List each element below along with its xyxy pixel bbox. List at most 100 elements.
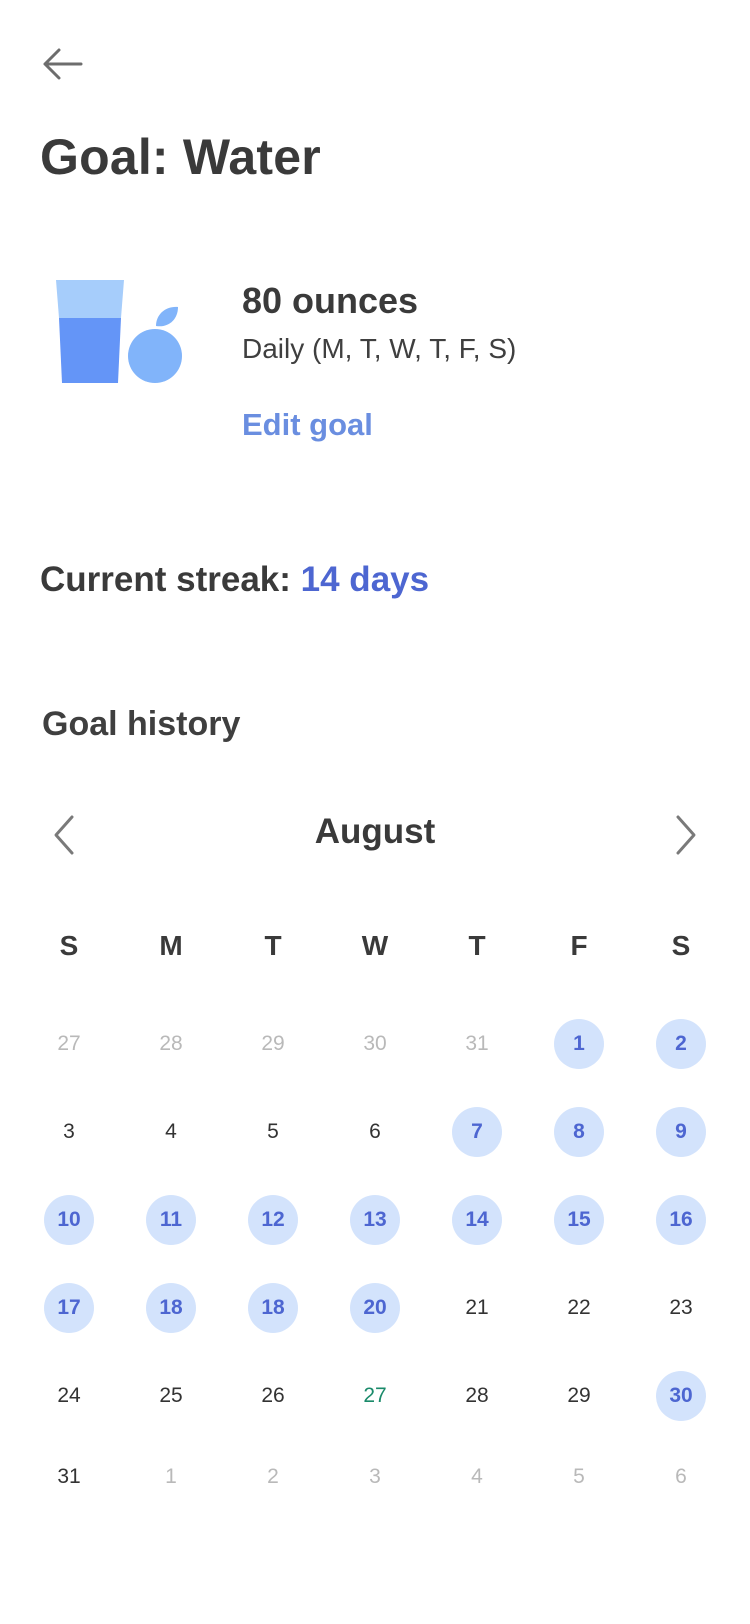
calendar-day-normal[interactable]: 21 [426, 1264, 528, 1352]
calendar-day-done[interactable]: 20 [324, 1264, 426, 1352]
calendar-weeks: 27 28 29 30 31 1 2 3 4 5 6 7 8 9 10 11 12 13 14 15 16 17 18 18 2… [18, 1000, 732, 1514]
calendar-week-row: 17 18 18 20 21 22 23 [18, 1264, 732, 1352]
calendar-day-done[interactable]: 16 [630, 1176, 732, 1264]
calendar-day-number: 4 [471, 1465, 483, 1488]
calendar-day-number: 6 [675, 1465, 687, 1488]
weekday-label: T [468, 930, 486, 961]
calendar-day-normal[interactable]: 6 [324, 1088, 426, 1176]
current-streak: Current streak: 14 days [40, 560, 429, 600]
calendar-day-done[interactable]: 8 [528, 1088, 630, 1176]
calendar-day-number: 28 [465, 1384, 489, 1407]
calendar-day-number: 12 [248, 1195, 298, 1245]
calendar-day-number: 30 [656, 1371, 706, 1421]
chevron-right-icon [676, 815, 696, 855]
weekday-label: T [264, 930, 282, 961]
calendar-day-done[interactable]: 10 [18, 1176, 120, 1264]
calendar-day-other[interactable]: 5 [528, 1440, 630, 1514]
calendar-day-normal[interactable]: 31 [18, 1440, 120, 1514]
calendar-day-done[interactable]: 30 [630, 1352, 732, 1440]
edit-goal-link[interactable]: Edit goal [242, 407, 373, 443]
calendar-day-done[interactable]: 18 [120, 1264, 222, 1352]
calendar-day-number: 5 [267, 1120, 279, 1143]
calendar-day-number: 8 [554, 1107, 604, 1157]
calendar-day-normal[interactable]: 29 [528, 1352, 630, 1440]
calendar-day-number: 4 [165, 1120, 177, 1143]
goal-history-title: Goal history [42, 705, 241, 743]
calendar-day-other[interactable]: 2 [222, 1440, 324, 1514]
calendar-day-done[interactable]: 13 [324, 1176, 426, 1264]
calendar-day-number: 1 [554, 1019, 604, 1069]
calendar-day-normal[interactable]: 22 [528, 1264, 630, 1352]
calendar-day-today[interactable]: 27 [324, 1352, 426, 1440]
calendar-day-done[interactable]: 15 [528, 1176, 630, 1264]
calendar-day-normal[interactable]: 28 [426, 1352, 528, 1440]
calendar-day-number: 20 [350, 1283, 400, 1333]
goal-amount: 80 ounces [242, 280, 419, 321]
calendar-day-number: 13 [350, 1195, 400, 1245]
calendar-day-other[interactable]: 30 [324, 1000, 426, 1088]
calendar-day-done[interactable]: 11 [120, 1176, 222, 1264]
calendar-day-number: 3 [63, 1120, 75, 1143]
arrow-left-icon [43, 48, 83, 80]
calendar-day-other[interactable]: 27 [18, 1000, 120, 1088]
calendar-day-number: 11 [146, 1195, 196, 1245]
calendar-day-number: 7 [452, 1107, 502, 1157]
calendar-day-number: 21 [465, 1296, 489, 1319]
calendar-day-number: 23 [669, 1296, 693, 1319]
calendar-day-number: 1 [165, 1465, 177, 1488]
streak-label: Current streak: [40, 560, 291, 599]
calendar-day-number: 30 [363, 1032, 387, 1055]
calendar-day-number: 15 [554, 1195, 604, 1245]
calendar-day-done[interactable]: 18 [222, 1264, 324, 1352]
calendar-day-number: 9 [656, 1107, 706, 1157]
calendar-day-other[interactable]: 29 [222, 1000, 324, 1088]
calendar-day-done[interactable]: 7 [426, 1088, 528, 1176]
calendar-day-done[interactable]: 14 [426, 1176, 528, 1264]
calendar-day-other[interactable]: 4 [426, 1440, 528, 1514]
calendar-week-row: 24 25 26 27 28 29 30 [18, 1352, 732, 1440]
water-glass-and-apple-icon [56, 280, 191, 390]
weekday-header: S M T W T F S [18, 918, 732, 974]
month-navigation: August [0, 800, 750, 870]
calendar-week-row: 10 11 12 13 14 15 16 [18, 1176, 732, 1264]
calendar-day-number: 6 [369, 1120, 381, 1143]
calendar-day-number: 25 [159, 1384, 183, 1407]
weekday-label: M [159, 930, 183, 961]
calendar-day-other[interactable]: 28 [120, 1000, 222, 1088]
calendar-week-row: 31 1 2 3 4 5 6 [18, 1440, 732, 1514]
next-month-button[interactable] [658, 800, 714, 870]
calendar-day-done[interactable]: 17 [18, 1264, 120, 1352]
calendar-week-row: 27 28 29 30 31 1 2 [18, 1000, 732, 1088]
calendar-day-other[interactable]: 31 [426, 1000, 528, 1088]
calendar-day-other[interactable]: 6 [630, 1440, 732, 1514]
weekday-label: F [570, 930, 588, 961]
calendar-day-other[interactable]: 1 [120, 1440, 222, 1514]
calendar-day-number: 18 [248, 1283, 298, 1333]
calendar-day-normal[interactable]: 3 [18, 1088, 120, 1176]
calendar-day-number: 2 [267, 1465, 279, 1488]
goal-schedule: Daily (M, T, W, T, F, S) [242, 333, 517, 364]
calendar-day-number: 27 [363, 1384, 387, 1407]
calendar-day-number: 14 [452, 1195, 502, 1245]
calendar-day-done[interactable]: 12 [222, 1176, 324, 1264]
calendar-day-number: 24 [57, 1384, 81, 1407]
calendar-day-normal[interactable]: 23 [630, 1264, 732, 1352]
calendar-day-normal[interactable]: 26 [222, 1352, 324, 1440]
calendar-day-number: 5 [573, 1465, 585, 1488]
calendar-day-normal[interactable]: 4 [120, 1088, 222, 1176]
calendar-day-number: 31 [57, 1465, 81, 1488]
calendar-day-other[interactable]: 3 [324, 1440, 426, 1514]
calendar-day-number: 26 [261, 1384, 285, 1407]
calendar-day-done[interactable]: 2 [630, 1000, 732, 1088]
weekday-label: W [361, 930, 389, 961]
calendar-day-normal[interactable]: 5 [222, 1088, 324, 1176]
calendar-day-normal[interactable]: 24 [18, 1352, 120, 1440]
calendar-day-done[interactable]: 9 [630, 1088, 732, 1176]
calendar-day-normal[interactable]: 25 [120, 1352, 222, 1440]
calendar-day-number: 10 [44, 1195, 94, 1245]
calendar-week-row: 3 4 5 6 7 8 9 [18, 1088, 732, 1176]
back-button[interactable] [36, 38, 88, 90]
month-label: August [314, 812, 436, 851]
calendar-day-done[interactable]: 1 [528, 1000, 630, 1088]
calendar-day-number: 28 [159, 1032, 183, 1055]
